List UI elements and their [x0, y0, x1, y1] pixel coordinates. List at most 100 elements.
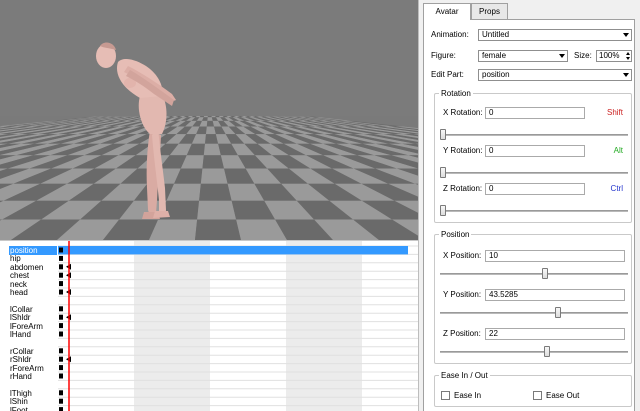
- floor-tile: [199, 183, 232, 201]
- y-position-slider[interactable]: [440, 307, 628, 319]
- keyframe-marker: [59, 407, 63, 411]
- timeline-track-label[interactable]: rHand: [10, 372, 32, 381]
- z-position-slider[interactable]: [440, 346, 628, 358]
- timeline-frame-band: [134, 241, 210, 411]
- app-window: position hip abdomen chest neck head lCollar lS…: [0, 0, 640, 411]
- animation-label: Animation:: [431, 30, 469, 39]
- keyframe-marker: [59, 247, 63, 253]
- keyframe-marker: [59, 398, 63, 404]
- figure-label: Figure:: [431, 51, 456, 60]
- keyframe-marker: [59, 264, 63, 270]
- keyframe-marker: [59, 314, 63, 320]
- rotation-group-title: Rotation: [439, 88, 473, 99]
- figure-value: female: [482, 51, 507, 60]
- edit-part-value: position: [482, 70, 510, 79]
- timeline-selected-row: [58, 246, 408, 255]
- chevron-down-icon: [623, 33, 629, 37]
- y-rotation-label: Y Rotation:: [443, 146, 483, 155]
- ease-in-label[interactable]: Ease In: [454, 391, 481, 401]
- ease-out-label[interactable]: Ease Out: [546, 391, 579, 401]
- scene-canvas[interactable]: [0, 0, 418, 240]
- keyframe-marker: [59, 348, 63, 354]
- ease-in-checkbox[interactable]: [441, 391, 450, 400]
- floor-tile: [203, 143, 221, 156]
- x-rotation-label: X Rotation:: [443, 108, 483, 117]
- z-rotation-label: Z Rotation:: [443, 184, 483, 193]
- z-rotation-slider[interactable]: [440, 205, 628, 217]
- timeline-track-label[interactable]: head: [10, 288, 28, 297]
- tab-avatar[interactable]: Avatar: [423, 3, 471, 20]
- y-rotation-modifier-hint: Alt: [613, 146, 623, 155]
- edit-part-label: Edit Part:: [431, 70, 464, 79]
- keyframe-marker: [59, 390, 63, 396]
- slider-thumb[interactable]: [542, 268, 548, 279]
- keyframe-marker: [59, 365, 63, 371]
- keyframe-marker: [59, 373, 63, 379]
- keyframe-marker: [59, 289, 63, 295]
- slider-track: [440, 210, 628, 212]
- keyframe-marker: [59, 272, 63, 278]
- z-rotation-modifier-hint: Ctrl: [610, 184, 623, 193]
- floor-tile: [200, 168, 228, 184]
- slider-track: [440, 134, 628, 136]
- keyframe-marker: [59, 323, 63, 329]
- z-position-label: Z Position:: [443, 329, 481, 338]
- y-position-label: Y Position:: [443, 290, 482, 299]
- timeline-track-label[interactable]: lFoot: [10, 406, 28, 411]
- x-position-slider[interactable]: [440, 268, 628, 280]
- animation-value: Untitled: [482, 30, 510, 39]
- floor-tile: [202, 155, 225, 169]
- size-label: Size:: [574, 51, 592, 60]
- slider-thumb[interactable]: [544, 346, 550, 357]
- avatar-tab-content: Animation: Untitled Figure: female Size:…: [423, 19, 635, 411]
- floor-tile: [205, 134, 219, 144]
- x-position-label: X Position:: [443, 251, 482, 260]
- y-position-field[interactable]: 43.5285: [485, 289, 625, 301]
- keyframe-marker: [59, 281, 63, 287]
- figure-select[interactable]: female: [478, 50, 568, 62]
- slider-track: [440, 172, 628, 174]
- floor-tile: [207, 116, 212, 118]
- floor-tile: [195, 219, 241, 240]
- rotation-group: Rotation X Rotation: 0 Shift Y Rotation:…: [434, 88, 632, 223]
- checkerboard-floor: [0, 116, 418, 240]
- position-group: Position X Position: 10 Y Position: 43.5…: [434, 229, 632, 364]
- floor-tile: [207, 117, 213, 121]
- spin-up-icon[interactable]: [626, 52, 630, 55]
- 3d-viewport[interactable]: [0, 0, 418, 240]
- timeline-panel[interactable]: position hip abdomen chest neck head lCollar lS…: [0, 240, 418, 411]
- x-rotation-slider[interactable]: [440, 129, 628, 141]
- floor-tile: [197, 200, 237, 220]
- x-position-field[interactable]: 10: [485, 250, 625, 262]
- position-group-title: Position: [439, 229, 472, 240]
- x-rotation-field[interactable]: 0: [485, 107, 585, 119]
- z-rotation-field[interactable]: 0: [485, 183, 585, 195]
- spin-down-icon[interactable]: [626, 57, 630, 60]
- timeline-grid[interactable]: [58, 241, 418, 411]
- slider-thumb[interactable]: [440, 167, 446, 178]
- slider-thumb[interactable]: [555, 307, 561, 318]
- slider-thumb[interactable]: [440, 129, 446, 140]
- z-position-field[interactable]: 22: [485, 328, 625, 340]
- timeline-frame-band: [286, 241, 362, 411]
- size-spinbox[interactable]: 100%: [596, 50, 632, 62]
- timeline-canvas[interactable]: [58, 241, 418, 411]
- properties-panel: Avatar Props Animation: Untitled Figure:…: [418, 0, 640, 411]
- timeline-track-label[interactable]: lHand: [10, 330, 31, 339]
- y-rotation-field[interactable]: 0: [485, 145, 585, 157]
- keyframe-marker: [59, 255, 63, 261]
- size-value: 100%: [599, 51, 620, 60]
- y-rotation-slider[interactable]: [440, 167, 628, 179]
- floor-tile: [211, 116, 216, 118]
- edit-part-select[interactable]: position: [478, 69, 632, 81]
- ease-out-checkbox[interactable]: [533, 391, 542, 400]
- sky-backdrop: [0, 0, 418, 116]
- animation-select[interactable]: Untitled: [478, 29, 632, 41]
- slider-thumb[interactable]: [440, 205, 446, 216]
- tab-props[interactable]: Props: [471, 3, 508, 19]
- keyframe-marker: [59, 306, 63, 312]
- chevron-down-icon: [623, 73, 629, 77]
- chevron-down-icon: [559, 54, 565, 58]
- slider-track: [440, 312, 628, 314]
- floor-tile: [203, 116, 208, 118]
